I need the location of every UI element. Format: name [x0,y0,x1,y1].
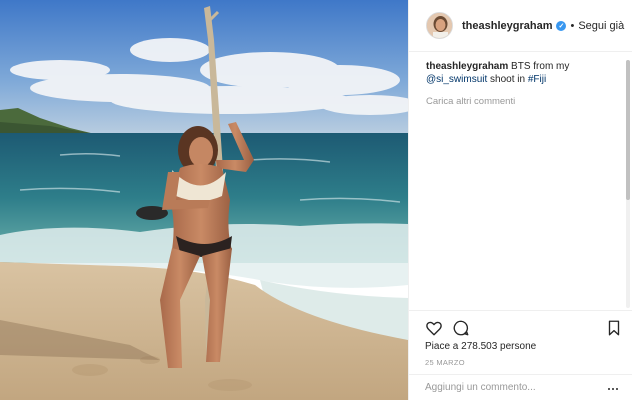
comments-section: theashleygraham BTS from my @si_swimsuit… [409,52,632,309]
action-bar [409,310,632,342]
add-comment-input[interactable]: Aggiungi un commento... [425,382,536,393]
more-options-icon[interactable] [608,388,618,390]
caption-username[interactable]: theashleygraham [426,61,508,72]
follow-button[interactable]: Segui già [578,20,624,32]
post-header: theashleygraham ✓ • Segui già [409,0,632,52]
scrollbar-thumb[interactable] [626,60,630,200]
caption: theashleygraham BTS from my @si_swimsuit… [426,60,617,86]
add-comment-box[interactable]: Aggiungi un commento... [409,374,632,400]
post-date: 25 MARZO [425,358,465,367]
caption-mention-link[interactable]: @si_swimsuit [426,74,487,85]
verified-badge-icon: ✓ [556,20,567,31]
bookmark-icon[interactable] [605,319,623,337]
post-photo[interactable] [0,0,408,400]
caption-text: BTS from my [508,61,570,72]
heart-icon[interactable] [425,319,443,337]
post-username[interactable]: theashleygraham [462,20,552,32]
separator-dot: • [570,19,575,32]
beach-photo-image [0,0,408,400]
like-count[interactable]: Piace a 278.503 persone [425,341,536,352]
comment-icon[interactable] [452,319,470,337]
post-sidebar: theashleygraham ✓ • Segui già theashleyg… [408,0,632,400]
avatar-image [427,13,452,38]
caption-hashtag-link[interactable]: #Fiji [528,74,546,85]
caption-text: shoot in [487,74,528,85]
comments-scrollbar[interactable] [626,60,630,308]
load-more-comments-link[interactable]: Carica altri commenti [426,96,617,107]
avatar[interactable] [426,12,453,39]
